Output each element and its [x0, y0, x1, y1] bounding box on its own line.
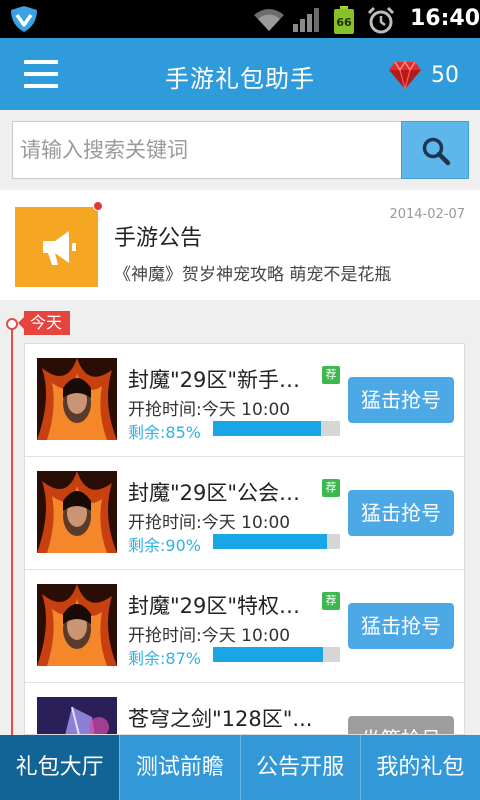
gem-count: 50 [431, 63, 459, 88]
search-button[interactable] [401, 121, 469, 179]
recommend-badge: 荐 [322, 592, 340, 610]
wait-code-button[interactable]: 坐等抢号 [348, 716, 454, 734]
gift-item[interactable]: 封魔"29区"特权礼包 荐 开抢时间:今天 10:00 剩余:87% 猛击抢号 [25, 570, 464, 683]
bottom-tab-bar: 礼包大厅 测试前瞻 公告开服 我的礼包 [0, 735, 480, 800]
gift-list[interactable]: 封魔"29区"新手礼包 荐 开抢时间:今天 10:00 剩余:85% 猛击抢号 … [24, 343, 465, 735]
grab-code-button[interactable]: 猛击抢号 [348, 603, 454, 649]
signal-icon [293, 8, 319, 32]
game-thumbnail [37, 471, 117, 553]
app-header: 手游礼包助手 50 [0, 38, 480, 110]
game-thumbnail [37, 358, 117, 440]
alarm-clock-icon [367, 6, 395, 34]
grab-code-button[interactable]: 猛击抢号 [348, 377, 454, 423]
gift-name: 苍穹之剑"128区"... [128, 707, 313, 731]
gift-name: 封魔"29区"公会礼包 [128, 481, 320, 505]
search-icon [422, 137, 451, 166]
remaining-progress-bar [213, 421, 340, 436]
timeline-dot [6, 318, 18, 330]
wifi-icon [254, 9, 284, 31]
recommend-badge: 荐 [322, 366, 340, 384]
game-thumbnail [37, 697, 117, 734]
search-input[interactable] [12, 121, 402, 179]
today-tag: 今天 [17, 311, 71, 335]
tab-server-notices[interactable]: 公告开服 [239, 735, 360, 800]
grab-code-button[interactable]: 猛击抢号 [348, 490, 454, 536]
announcement-date: 2014-02-07 [389, 207, 465, 222]
remaining-progress-bar [213, 534, 340, 549]
announcement-card[interactable]: 手游公告 2014-02-07 《神魔》贺岁神宠攻略 萌宠不是花瓶 [0, 190, 480, 300]
gift-remaining: 剩余:85% [128, 423, 201, 442]
gift-name: 封魔"29区"新手礼包 [128, 368, 320, 392]
gift-item[interactable]: 封魔"29区"新手礼包 荐 开抢时间:今天 10:00 剩余:85% 猛击抢号 [25, 344, 464, 457]
gift-start-time: 开抢时间:今天 10:00 [128, 513, 291, 533]
gift-start-time: 开抢时间:今天 10:00 [128, 400, 291, 420]
megaphone-icon [15, 207, 98, 287]
status-bar: 66 16:40 [0, 0, 480, 38]
gift-start-time: 开抢时间:今天 10:00 [128, 626, 291, 646]
diamond-gem-icon [389, 60, 421, 90]
recommend-badge: 荐 [322, 479, 340, 497]
unread-dot [93, 201, 103, 211]
tab-gift-hall[interactable]: 礼包大厅 [0, 735, 120, 800]
status-time: 16:40 [410, 6, 480, 31]
timeline-line [11, 323, 13, 743]
battery-icon: 66 [333, 6, 355, 34]
tab-test-preview[interactable]: 测试前瞻 [119, 735, 239, 800]
gift-remaining: 剩余:87% [128, 649, 201, 668]
announcement-title: 手游公告 [114, 226, 203, 251]
remaining-progress-bar [213, 647, 340, 662]
gift-item[interactable]: 封魔"29区"公会礼包 荐 开抢时间:今天 10:00 剩余:90% 猛击抢号 [25, 457, 464, 570]
gift-item[interactable]: 苍穹之剑"128区"... 坐等抢号 [25, 683, 464, 734]
battery-level: 66 [336, 16, 352, 29]
announcement-text: 《神魔》贺岁神宠攻略 萌宠不是花瓶 [114, 265, 392, 285]
gift-name: 封魔"29区"特权礼包 [128, 594, 320, 618]
tab-my-gifts[interactable]: 我的礼包 [359, 735, 480, 800]
security-shield-icon [11, 6, 37, 32]
search-bar [0, 110, 480, 190]
gift-remaining: 剩余:90% [128, 536, 201, 555]
game-thumbnail [37, 584, 117, 666]
